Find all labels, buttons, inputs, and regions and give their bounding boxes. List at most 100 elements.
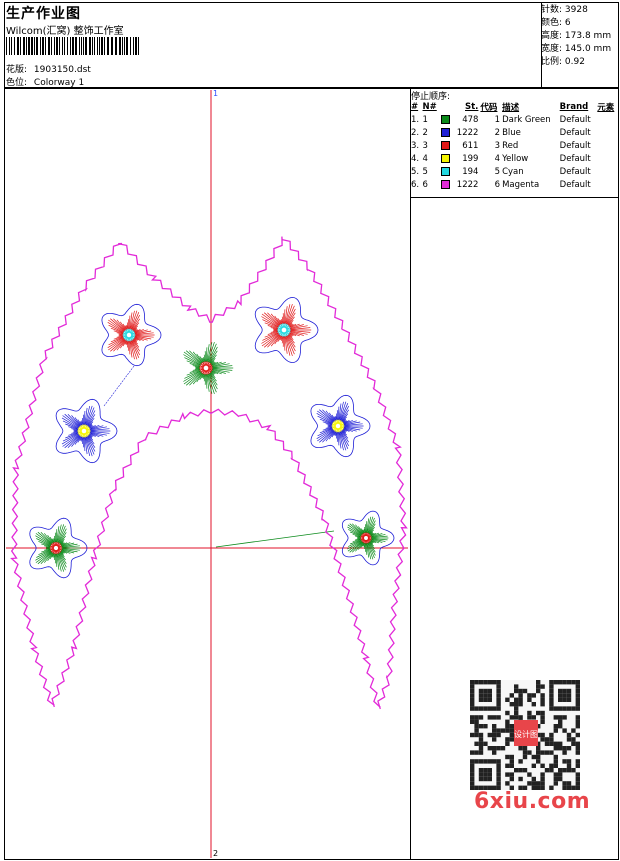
row-swatch — [440, 113, 453, 126]
col-brand: Brand — [559, 101, 589, 112]
row-needle: 1 — [422, 114, 428, 125]
flower — [101, 303, 162, 367]
flower — [341, 510, 395, 566]
row-element — [596, 178, 618, 191]
flower-group — [29, 296, 395, 579]
col-description: 描述 — [502, 102, 520, 113]
row-brand: Default — [559, 153, 591, 164]
satin-outline — [51, 408, 381, 708]
row-code: 4 — [494, 153, 501, 164]
production-worksheet: 生产作业图 Wilcom(汇窝) 整饰工作室 花版: 1903150.dst 色… — [0, 0, 620, 861]
row-code: 5 — [494, 166, 501, 177]
stats-list: 针数: 3928 颜色: 6 高度: 173.8 mm 宽度: 145.0 mm… — [541, 4, 611, 69]
seal-text: 设计图 — [514, 729, 538, 739]
row-stitches: 1222 — [456, 127, 479, 138]
color-swatch — [441, 127, 450, 137]
row-stitches: 478 — [462, 114, 479, 125]
row-stitches: 194 — [462, 166, 479, 177]
color-swatch — [441, 179, 450, 189]
row-description: Dark Green — [502, 114, 551, 125]
row-swatch — [440, 139, 453, 152]
row-brand: Default — [559, 127, 591, 138]
row-swatch — [440, 152, 453, 165]
row-brand: Default — [559, 179, 591, 190]
row-brand: Default — [559, 166, 591, 177]
watermark-site: 6xiu.com — [474, 789, 591, 814]
satin-outline — [10, 236, 408, 710]
color-row: 2. 2 1222 2 Blue Default — [410, 126, 618, 139]
color-row: 5. 5 194 5 Cyan Default — [410, 165, 618, 178]
row-element — [596, 113, 618, 126]
row-description: Cyan — [502, 166, 524, 177]
stat-stitches: 针数: 3928 — [541, 5, 588, 15]
magenta-outline — [10, 236, 408, 710]
color-swatch — [441, 114, 450, 124]
colorway-label: 色位: — [6, 78, 28, 88]
colorway-value: Colorway 1 — [33, 78, 85, 88]
color-row: 3. 3 611 3 Red Default — [410, 139, 618, 152]
row-index: 5. — [411, 166, 420, 177]
color-row: 1. 1 478 1 Dark Green Default — [410, 113, 618, 126]
studio-name: Wilcom(汇窝) 整饰工作室 — [6, 26, 124, 37]
flower — [310, 394, 371, 458]
row-element — [596, 126, 618, 139]
colorway-row: 色位: Colorway 1 — [6, 75, 84, 88]
row-needle: 4 — [422, 153, 428, 164]
row-stitches: 1222 — [456, 179, 479, 190]
color-row: 4. 4 199 4 Yellow Default — [410, 152, 618, 165]
col-index: # — [411, 101, 419, 112]
row-brand: Default — [559, 140, 591, 151]
barcode — [6, 37, 139, 55]
design-value: 1903150.dst — [33, 65, 91, 75]
row-swatch — [440, 165, 453, 178]
color-table: # N# St. 代码 描述 Brand 元素 1. 1 478 1 Dark Gree… — [410, 100, 618, 191]
row-code: 6 — [494, 179, 501, 190]
stat-width: 宽度: 145.0 mm — [541, 44, 612, 54]
row-element — [596, 165, 618, 178]
row-description: Red — [502, 140, 519, 151]
stat-colors: 颜色: 6 — [541, 18, 571, 28]
row-description: Magenta — [502, 179, 540, 190]
row-code: 2 — [494, 127, 501, 138]
axis-marker-bottom: 2 — [213, 849, 218, 858]
row-swatch — [440, 178, 453, 191]
jump-stitch-blue — [103, 365, 135, 407]
qr-code: 设计图 — [470, 680, 580, 790]
col-element: 元素 — [597, 102, 615, 113]
row-element — [596, 139, 618, 152]
axis-marker-top: 1 — [213, 89, 218, 98]
col-needle: N# — [422, 101, 437, 112]
color-table-header: # N# St. 代码 描述 Brand 元素 — [410, 100, 618, 113]
row-index: 2. — [411, 127, 420, 138]
flower — [55, 398, 118, 464]
row-needle: 5 — [422, 166, 428, 177]
row-swatch — [440, 126, 453, 139]
flower — [254, 296, 319, 364]
row-code: 1 — [494, 114, 501, 125]
row-index: 3. — [411, 140, 420, 151]
row-index: 1. — [411, 114, 420, 125]
row-needle: 3 — [422, 140, 428, 151]
row-needle: 6 — [422, 179, 428, 190]
col-swatch — [440, 100, 453, 113]
color-swatch — [441, 153, 450, 163]
row-index: 6. — [411, 179, 420, 190]
flower — [183, 341, 234, 395]
jump-stitch-green — [215, 530, 335, 548]
row-index: 4. — [411, 153, 420, 164]
design-label: 花版: — [6, 65, 28, 75]
stat-height: 高度: 173.8 mm — [541, 31, 612, 41]
page-title: 生产作业图 — [6, 6, 81, 22]
row-stitches: 611 — [462, 140, 479, 151]
row-needle: 2 — [422, 127, 428, 138]
row-description: Yellow — [502, 153, 529, 164]
color-swatch — [441, 140, 450, 150]
stat-scale: 比例: 0.92 — [541, 57, 585, 67]
row-description: Blue — [502, 127, 521, 138]
color-swatch — [441, 166, 450, 176]
row-brand: Default — [559, 114, 591, 125]
row-stitches: 199 — [462, 153, 479, 164]
color-row: 6. 6 1222 6 Magenta Default — [410, 178, 618, 191]
design-row: 花版: 1903150.dst — [6, 62, 91, 75]
row-code: 3 — [494, 140, 501, 151]
